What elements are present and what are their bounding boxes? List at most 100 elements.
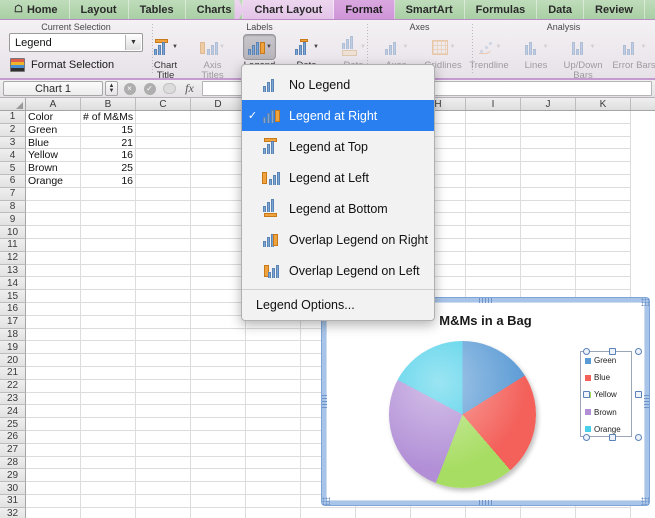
cell-E28[interactable] — [246, 456, 301, 470]
menu-item-legend-at-top[interactable]: Legend at Top — [242, 131, 434, 162]
cell-I14[interactable] — [466, 277, 521, 291]
cell-E29[interactable] — [246, 469, 301, 483]
cell-D25[interactable] — [191, 418, 246, 431]
row-header-26[interactable]: 26 — [0, 430, 26, 444]
row-header-30[interactable]: 30 — [0, 482, 26, 495]
cell-A28[interactable] — [26, 456, 81, 470]
cell-E32[interactable] — [246, 507, 301, 518]
cell-K8[interactable] — [576, 200, 631, 214]
cell-A26[interactable] — [26, 430, 81, 444]
cell-K13[interactable] — [576, 264, 631, 278]
chevron-down-icon[interactable]: ▼ — [266, 44, 272, 50]
cell-A11[interactable] — [26, 238, 81, 252]
cell-D1[interactable] — [191, 111, 246, 124]
tab-home[interactable]: ☖ Home — [0, 0, 70, 19]
cell-B4[interactable]: 16 — [81, 149, 136, 163]
cell-A23[interactable] — [26, 392, 81, 406]
cell-D4[interactable] — [191, 149, 246, 163]
cell-A3[interactable]: Blue — [26, 136, 81, 150]
cell-C29[interactable] — [136, 469, 191, 483]
cell-C15[interactable] — [136, 290, 191, 303]
cell-C20[interactable] — [136, 354, 191, 367]
cell-E18[interactable] — [246, 328, 301, 342]
cell-B29[interactable] — [81, 469, 136, 483]
chevron-down-icon[interactable]: ▼ — [590, 44, 596, 50]
cell-I2[interactable] — [466, 123, 521, 137]
cell-D10[interactable] — [191, 226, 246, 239]
cell-J6[interactable] — [521, 174, 576, 188]
cell-K1[interactable] — [576, 111, 631, 124]
row-header-22[interactable]: 22 — [0, 379, 26, 393]
cell-A1[interactable]: Color — [26, 111, 81, 124]
cell-C11[interactable] — [136, 238, 191, 252]
cell-B23[interactable] — [81, 392, 136, 406]
chart-grip-bottom[interactable] — [478, 500, 493, 505]
cell-I4[interactable] — [466, 149, 521, 163]
chart-grip-right[interactable] — [644, 394, 649, 409]
cell-D2[interactable] — [191, 123, 246, 137]
cell-J2[interactable] — [521, 123, 576, 137]
cell-C32[interactable] — [136, 507, 191, 518]
row-header-10[interactable]: 10 — [0, 226, 26, 239]
cell-A16[interactable] — [26, 302, 81, 316]
column-header-J[interactable]: J — [521, 98, 576, 110]
chevron-down-icon[interactable]: ▼ — [172, 44, 178, 50]
format-selection-button[interactable]: Format Selection — [10, 58, 147, 72]
cell-E20[interactable] — [246, 354, 301, 367]
cell-D23[interactable] — [191, 392, 246, 406]
cell-B5[interactable]: 25 — [81, 162, 136, 175]
column-header-B[interactable]: B — [81, 98, 136, 110]
trendline-button[interactable]: ▼ Trendline — [467, 34, 511, 71]
cell-B11[interactable] — [81, 238, 136, 252]
cell-J12[interactable] — [521, 251, 576, 265]
cell-K4[interactable] — [576, 149, 631, 163]
cell-B13[interactable] — [81, 264, 136, 278]
accept-formula-button[interactable]: ✓ — [141, 81, 158, 96]
cell-E23[interactable] — [246, 392, 301, 406]
cell-J4[interactable] — [521, 149, 576, 163]
cell-C30[interactable] — [136, 482, 191, 495]
cell-F32[interactable] — [301, 507, 356, 518]
legend-dropdown-menu[interactable]: No Legend ✓ Legend at Right Legend at Top Le… — [241, 64, 435, 321]
cell-K3[interactable] — [576, 136, 631, 150]
chart-grip-topright[interactable] — [641, 298, 649, 306]
row-header-1[interactable]: 1 — [0, 111, 26, 124]
cell-A7[interactable] — [26, 187, 81, 201]
tab-tables[interactable]: Tables — [129, 0, 186, 19]
cell-B16[interactable] — [81, 302, 136, 316]
cell-K9[interactable] — [576, 213, 631, 227]
cell-A2[interactable]: Green — [26, 123, 81, 137]
row-header-8[interactable]: 8 — [0, 200, 26, 214]
cell-A29[interactable] — [26, 469, 81, 483]
cell-C2[interactable] — [136, 123, 191, 137]
row-header-21[interactable]: 21 — [0, 366, 26, 380]
legend-resize-handle[interactable] — [608, 433, 616, 441]
cell-D30[interactable] — [191, 482, 246, 495]
cell-C22[interactable] — [136, 379, 191, 393]
tab-layout[interactable]: Layout — [70, 0, 129, 19]
menu-item-overlap-legend-on-left[interactable]: Overlap Legend on Left — [242, 255, 434, 286]
cell-J14[interactable] — [521, 277, 576, 291]
cell-K14[interactable] — [576, 277, 631, 291]
cell-B30[interactable] — [81, 482, 136, 495]
cell-J8[interactable] — [521, 200, 576, 214]
current-selection-dropdown[interactable]: Legend ▼ — [9, 33, 143, 52]
cell-C16[interactable] — [136, 302, 191, 316]
cell-D11[interactable] — [191, 238, 246, 252]
cell-B9[interactable] — [81, 213, 136, 227]
cell-B19[interactable] — [81, 341, 136, 355]
cell-C5[interactable] — [136, 162, 191, 175]
column-header-K[interactable]: K — [576, 98, 631, 110]
cell-A24[interactable] — [26, 405, 81, 419]
cell-D27[interactable] — [191, 443, 246, 457]
cell-I1[interactable] — [466, 111, 521, 124]
legend-resize-handle[interactable] — [582, 433, 590, 441]
chart-grip-bottomleft[interactable] — [322, 497, 330, 505]
cell-E21[interactable] — [246, 366, 301, 380]
cell-B17[interactable] — [81, 315, 136, 329]
cell-D14[interactable] — [191, 277, 246, 291]
cell-J1[interactable] — [521, 111, 576, 124]
cell-C4[interactable] — [136, 149, 191, 163]
chevron-down-icon[interactable]: ▼ — [496, 44, 502, 50]
chevron-down-icon[interactable]: ▼ — [219, 44, 225, 50]
